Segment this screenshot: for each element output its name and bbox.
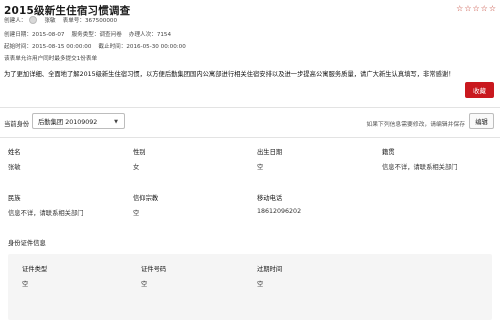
phone-label: 移动电话 — [257, 195, 283, 202]
id-type-value: 空 — [22, 281, 29, 288]
participants-count: 办理人次：7154 — [128, 32, 172, 38]
divider — [0, 137, 500, 138]
star-icon[interactable]: ☆ — [489, 5, 496, 13]
id-expire-label: 过期时间 — [257, 266, 283, 273]
id-section-title: 身份证件信息 — [8, 240, 46, 247]
identity-select[interactable]: 后勤集团 20109092 ▼ — [32, 113, 125, 129]
avatar — [29, 16, 38, 24]
birth-label: 出生日期 — [257, 149, 283, 156]
edit-hint: 如果下列信息需要修改，请编辑并保存 — [366, 122, 465, 128]
rating-stars[interactable]: ☆ ☆ ☆ ☆ ☆ — [456, 5, 496, 13]
caret-down-icon: ▼ — [114, 119, 118, 125]
name-label: 姓名 — [8, 149, 21, 156]
name-value: 张敏 — [8, 164, 21, 171]
table-number: 表单号：367500000 — [62, 18, 117, 24]
end-time: 截止时间：2016-05-30 00:00:00 — [98, 44, 186, 50]
star-icon[interactable]: ☆ — [464, 5, 471, 13]
id-number-value: 空 — [141, 281, 148, 288]
ethnic-label: 民族 — [8, 195, 21, 202]
star-icon[interactable]: ☆ — [472, 5, 479, 13]
origin-label: 籍贯 — [382, 149, 395, 156]
submit-limit-note: 该表单允许用户同时最多提交1份表单 — [4, 56, 98, 62]
id-info-panel — [8, 254, 492, 320]
religion-label: 信仰宗教 — [133, 195, 159, 202]
creator-row: 创建人： 张敏 表单号：367500000 — [4, 16, 124, 24]
start-time: 起始时间：2015-08-15 00:00:00 — [4, 44, 92, 50]
collect-button[interactable]: 收藏 — [465, 82, 494, 98]
identity-selected-value: 后勤集团 20109092 — [38, 118, 98, 126]
ethnic-value: 信息不详，请联系相关部门 — [8, 210, 84, 217]
id-number-label: 证件号码 — [141, 266, 167, 273]
phone-value: 18612096202 — [257, 208, 302, 215]
identity-label: 当前身份 — [4, 121, 30, 128]
id-type-label: 证件类型 — [22, 266, 48, 273]
id-expire-value: 空 — [257, 281, 264, 288]
birth-value: 空 — [257, 164, 264, 171]
divider — [0, 107, 500, 108]
origin-value: 信息不详，请联系相关部门 — [382, 164, 458, 171]
survey-description: 为了更加详细、全面地了解2015级新生住宿习惯，以方便后勤集团国内公寓部进行相关… — [4, 71, 455, 78]
creator-label: 创建人： — [4, 18, 27, 24]
creator-name[interactable]: 张敏 — [44, 16, 55, 24]
create-date: 创建日期：2015-08-07 — [4, 32, 65, 38]
gender-value: 女 — [133, 164, 140, 171]
service-type: 服务类型：调查问卷 — [71, 32, 122, 38]
info-row-2: 起始时间：2015-08-15 00:00:00 截止时间：2016-05-30… — [4, 42, 193, 50]
religion-value: 空 — [133, 210, 140, 217]
edit-button[interactable]: 编辑 — [469, 113, 494, 129]
star-icon[interactable]: ☆ — [456, 5, 463, 13]
info-row-3: 该表单允许用户同时最多提交1份表单 — [4, 54, 104, 62]
info-row-1: 创建日期：2015-08-07 服务类型：调查问卷 办理人次：7154 — [4, 30, 178, 38]
gender-label: 性别 — [133, 149, 146, 156]
star-icon[interactable]: ☆ — [481, 5, 488, 13]
